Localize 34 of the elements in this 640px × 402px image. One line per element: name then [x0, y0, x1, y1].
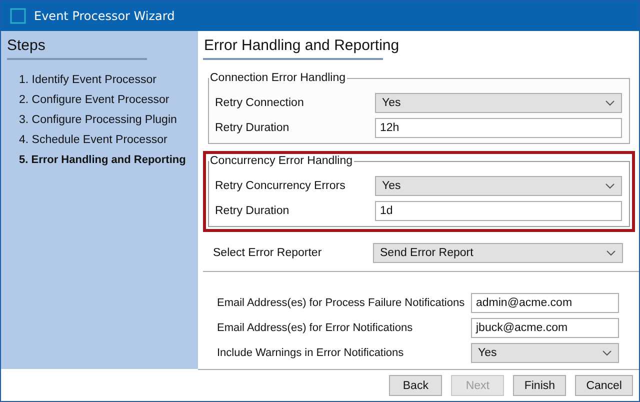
field-label: Include Warnings in Error Notifications	[217, 346, 405, 358]
step-item[interactable]: 3. Configure Processing Plugin	[7, 110, 198, 130]
chevron-down-icon	[606, 250, 616, 256]
window-icon	[10, 8, 26, 24]
text-field[interactable]: admin@acme.com	[471, 292, 619, 312]
chevron-down-icon	[605, 182, 615, 188]
field-label: Retry Concurrency Errors	[215, 180, 346, 192]
text-field[interactable]: jbuck@acme.com	[471, 318, 619, 338]
step-item[interactable]: 1. Identify Event Processor	[7, 70, 198, 90]
dropdown[interactable]: Yes	[471, 342, 619, 362]
field-label: Retry Connection	[215, 96, 305, 108]
step-item[interactable]: 2. Configure Event Processor	[7, 90, 198, 110]
page-title: Error Handling and Reporting	[203, 37, 400, 54]
field-label: Email Address(es) for Process Failure Notifications	[217, 296, 466, 308]
wizard-button[interactable]: Back	[389, 375, 442, 396]
wizard-button[interactable]: Finish	[513, 375, 566, 396]
field-label: Select Error Reporter	[213, 246, 323, 258]
step-item[interactable]: 5. Error Handling and Reporting	[7, 150, 198, 170]
window-title: Event Processor Wizard	[34, 9, 175, 23]
step-item[interactable]: 4. Schedule Event Processor	[7, 130, 198, 150]
wizard-button[interactable]: Cancel	[575, 375, 633, 396]
field-label: Retry Duration	[215, 122, 290, 134]
dropdown[interactable]: Send Error Report	[373, 242, 623, 262]
field-label: Retry Duration	[215, 204, 290, 216]
group-title: Concurrency Error Handling	[209, 155, 354, 167]
text-field[interactable]: 12h	[375, 118, 622, 138]
group-title: Connection Error Handling	[209, 72, 347, 84]
dropdown[interactable]: Yes	[375, 176, 622, 196]
text-field[interactable]: 1d	[375, 200, 622, 220]
dropdown[interactable]: Yes	[375, 92, 622, 112]
chevron-down-icon	[602, 350, 612, 356]
field-label: Email Address(es) for Error Notifications	[217, 322, 414, 334]
sidebar-title: Steps	[7, 37, 46, 54]
chevron-down-icon	[605, 100, 615, 106]
